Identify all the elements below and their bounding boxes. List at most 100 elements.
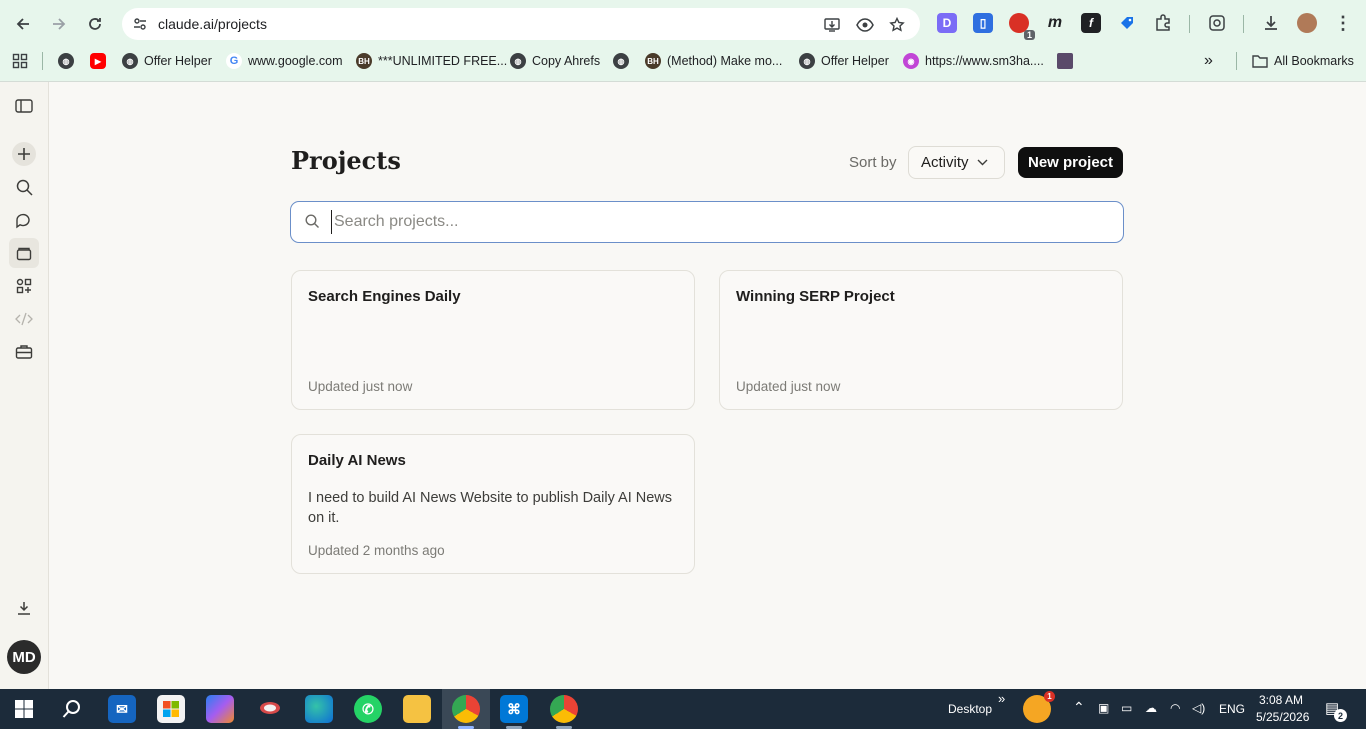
download-app-icon[interactable] (12, 596, 36, 620)
store-icon[interactable] (157, 695, 185, 723)
vscode-icon[interactable]: ⌘ (500, 695, 528, 723)
sort-value: Activity (921, 154, 969, 171)
bookmark-item[interactable]: ◍ (58, 52, 74, 70)
battery-icon[interactable]: ▭ (1121, 701, 1132, 715)
clock-date[interactable]: 5/25/2026 (1256, 710, 1309, 724)
project-card[interactable]: Search Engines Daily Updated just now (291, 270, 695, 410)
snipping-tool-icon[interactable] (256, 695, 284, 723)
project-updated: Updated just now (736, 379, 841, 394)
folder-icon (1252, 55, 1268, 68)
all-bookmarks-folder[interactable]: All Bookmarks (1252, 52, 1354, 70)
windows-taskbar: ✉ ✆ ⌘ Desktop » 1 ⌃ ▣ ▭ ☁ ◠ ◁) ENG 3:08 … (0, 689, 1366, 729)
whatsapp-icon[interactable]: ✆ (354, 695, 382, 723)
bookmark-item[interactable]: ◍ (613, 52, 629, 70)
language-indicator[interactable]: ENG (1219, 702, 1245, 716)
bhw-icon: BH (645, 53, 661, 69)
sort-dropdown[interactable]: Activity (908, 146, 1005, 179)
tray-device-icon[interactable]: ▣ (1098, 701, 1109, 715)
outlook-icon[interactable]: ✉ (108, 695, 136, 723)
project-description: I need to build AI News Website to publi… (308, 490, 673, 526)
back-icon[interactable] (11, 12, 35, 36)
chats-icon[interactable] (12, 208, 36, 232)
bookmark-label: www.google.com (248, 54, 343, 68)
bookmark-label: https://www.sm3ha.... (925, 54, 1044, 68)
project-card[interactable]: Winning SERP Project Updated just now (719, 270, 1123, 410)
forward-icon[interactable] (47, 12, 71, 36)
extension-badge: 1 (1023, 30, 1035, 40)
eye-icon[interactable] (856, 16, 874, 34)
chrome-profile-icon[interactable] (550, 695, 578, 723)
chevron-up-icon[interactable]: ⌃ (1073, 699, 1085, 716)
toolbox-icon[interactable] (12, 340, 36, 364)
site-info-icon[interactable] (132, 16, 148, 32)
project-title: Winning SERP Project (736, 288, 895, 305)
taskbar-search-icon[interactable] (58, 695, 86, 723)
image-thumbnail-icon (1057, 53, 1073, 69)
more-bookmarks-icon[interactable]: » (1204, 52, 1213, 70)
artifacts-icon[interactable] (12, 274, 36, 298)
extension-d-icon[interactable]: D (937, 13, 957, 33)
extension-red-icon[interactable]: 1 (1009, 13, 1035, 40)
apps-grid-icon[interactable] (12, 52, 28, 70)
url-text[interactable]: claude.ai/projects (158, 16, 267, 32)
app-sidebar: MD (0, 82, 49, 689)
youtube-icon: ▶ (90, 53, 106, 69)
bookmark-item[interactable]: ◍ Offer Helper (799, 52, 889, 70)
wifi-icon[interactable]: ◠ (1170, 701, 1180, 715)
copilot-icon[interactable] (206, 695, 234, 723)
extension-tag-icon[interactable] (1117, 13, 1137, 33)
chevron-down-icon (977, 159, 988, 166)
volume-icon[interactable]: ◁) (1192, 701, 1205, 715)
downloads-icon[interactable] (1261, 13, 1281, 33)
extension-formula-icon[interactable]: f (1081, 13, 1101, 33)
bookmark-item[interactable]: BH (Method) Make mo... (645, 52, 782, 70)
address-bar[interactable]: claude.ai/projects (122, 8, 920, 40)
globe-icon: ◍ (510, 53, 526, 69)
search-icon[interactable] (12, 175, 36, 199)
page-title: Projects (291, 146, 401, 175)
extension-clipboard-icon[interactable]: ▯ (973, 13, 993, 33)
bookmark-item[interactable]: ▶ (90, 52, 106, 70)
bookmarks-separator (1236, 52, 1237, 70)
search-projects-input[interactable] (331, 210, 1101, 234)
bookmark-item[interactable]: ◍ Offer Helper (122, 52, 212, 70)
project-updated: Updated 2 months ago (308, 543, 445, 558)
extension-m-icon[interactable]: m (1045, 13, 1065, 33)
search-box (290, 201, 1124, 243)
new-chat-icon[interactable] (12, 142, 36, 166)
windows-start-icon[interactable] (10, 695, 38, 723)
browser-menu-icon[interactable]: ⋮ (1333, 13, 1353, 33)
new-project-button[interactable]: New project (1018, 147, 1123, 178)
onedrive-icon[interactable]: ☁ (1145, 701, 1157, 715)
chrome-icon[interactable] (452, 695, 480, 723)
desktop-label[interactable]: Desktop (948, 702, 992, 716)
bookmark-star-icon[interactable] (888, 16, 906, 34)
bookmark-item[interactable]: BH ***UNLIMITED FREE... (356, 52, 507, 70)
profile-avatar-icon[interactable] (1297, 13, 1317, 33)
all-bookmarks-label: All Bookmarks (1274, 54, 1354, 68)
project-card[interactable]: Daily AI News I need to build AI News We… (291, 434, 695, 574)
reload-icon[interactable] (83, 12, 107, 36)
bookmark-label: Offer Helper (144, 54, 212, 68)
clock-time[interactable]: 3:08 AM (1259, 693, 1303, 707)
bookmark-item[interactable] (1057, 52, 1073, 70)
file-explorer-icon[interactable] (403, 695, 431, 723)
bookmarks-separator (42, 52, 43, 70)
code-icon[interactable] (12, 307, 36, 331)
bookmarks-bar: ◍ ▶ ◍ Offer Helper G www.google.com BH *… (0, 48, 1366, 74)
bookmark-item[interactable]: ◉ https://www.sm3ha.... (903, 52, 1044, 70)
install-app-icon[interactable] (824, 16, 842, 34)
google-icon: G (226, 53, 242, 69)
bookmark-item[interactable]: G www.google.com (226, 52, 343, 70)
chevron-right-icon[interactable]: » (998, 691, 1005, 706)
weather-icon[interactable]: 1 (1023, 691, 1055, 723)
user-avatar[interactable]: MD (7, 640, 41, 674)
bookmark-item[interactable]: ◍ Copy Ahrefs (510, 52, 600, 70)
sidebar-toggle-icon[interactable] (12, 94, 36, 118)
bookmark-label: Offer Helper (821, 54, 889, 68)
extensions-puzzle-icon[interactable] (1153, 13, 1173, 33)
lens-icon[interactable] (1207, 13, 1227, 33)
edge-icon[interactable] (305, 695, 333, 723)
project-title: Daily AI News (308, 452, 406, 469)
projects-icon[interactable] (9, 238, 39, 268)
